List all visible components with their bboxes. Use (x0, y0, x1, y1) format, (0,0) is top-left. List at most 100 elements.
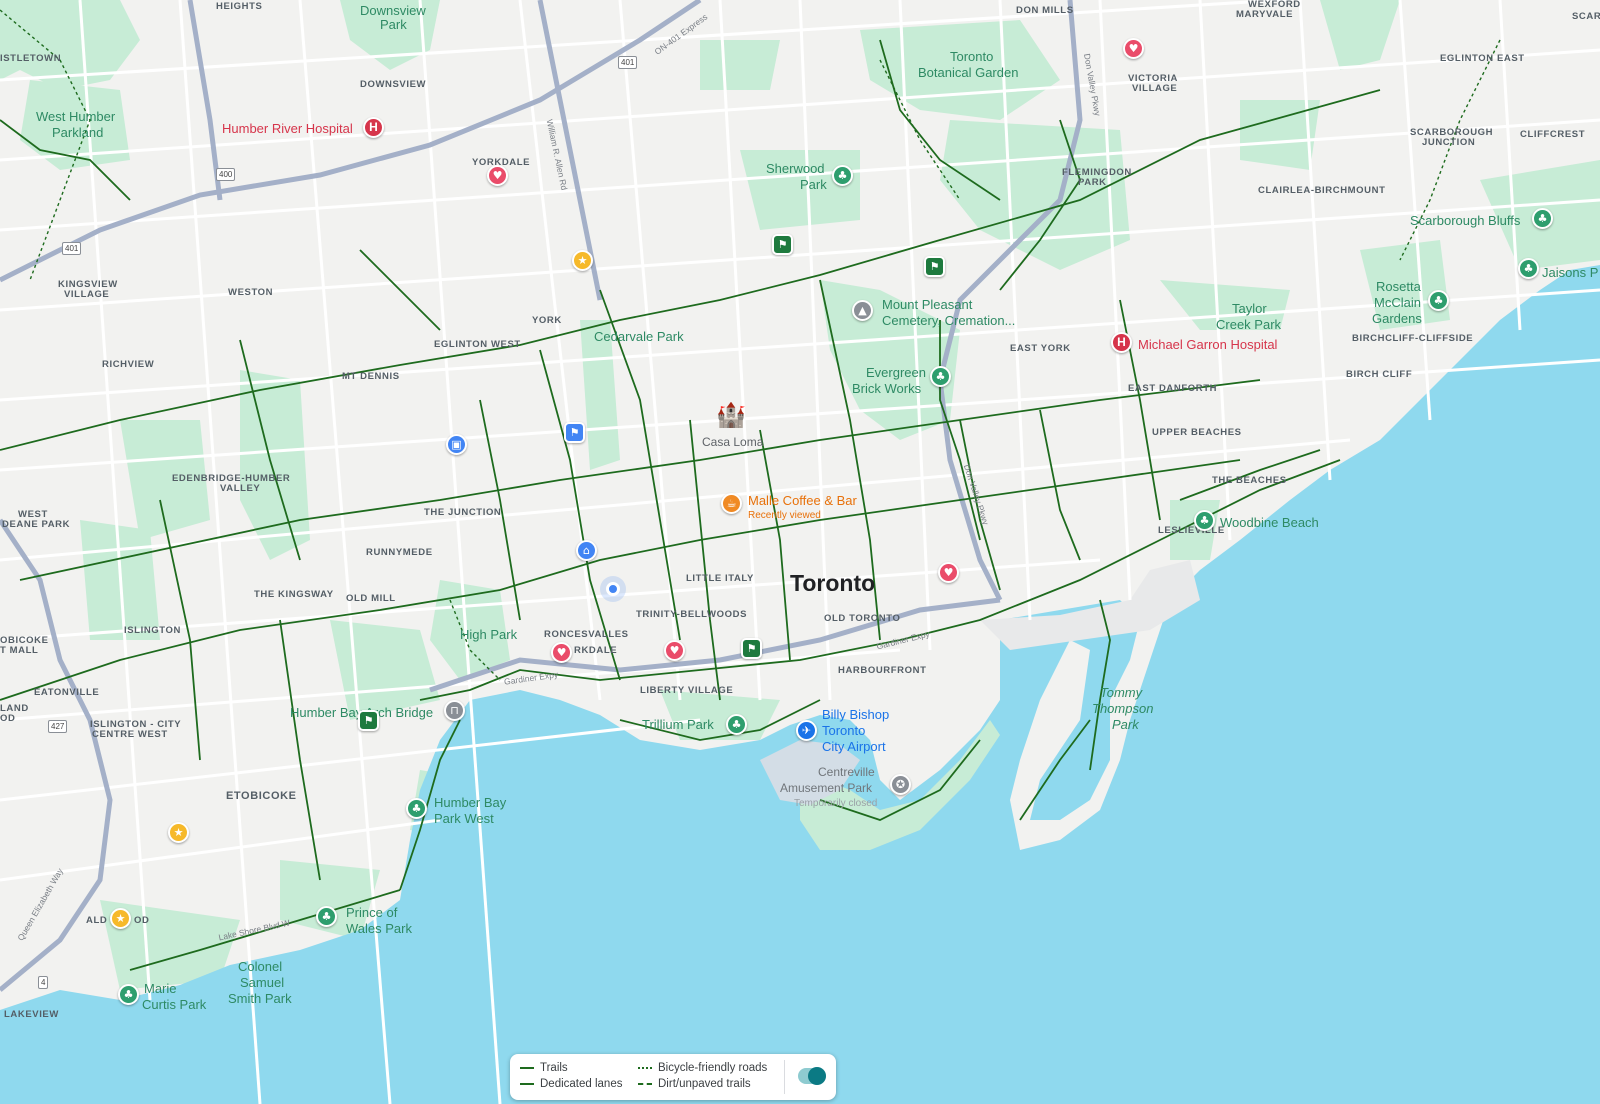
nbh-clairlea: CLAIRLEA-BIRCHMOUNT (1258, 185, 1386, 196)
airport-line1[interactable]: Billy Bishop (822, 707, 889, 723)
cafe-cup-icon[interactable]: ☕ (721, 493, 742, 514)
cemetery-icon[interactable]: ▲ (852, 300, 873, 321)
park-humber-bay-2[interactable]: Park West (434, 811, 494, 827)
hospital-pin-icon[interactable]: H (363, 117, 384, 138)
airport-plane-icon[interactable]: ✈ (796, 720, 817, 741)
bridge-icon[interactable]: ⊓ (444, 700, 465, 721)
park-sherwood-2[interactable]: Park (800, 177, 827, 193)
landmark-casa-loma[interactable]: Casa Loma (702, 435, 763, 450)
park-jaisons[interactable]: Jaisons P (1542, 265, 1598, 281)
starred-place-icon-2[interactable]: ★ (168, 822, 189, 843)
nbh-harbourfront: HARBOURFRONT (838, 665, 927, 676)
flag-pin-icon-3[interactable]: ⚑ (741, 638, 762, 659)
flag-pin-icon-4[interactable]: ⚑ (358, 710, 379, 731)
park-botanical[interactable]: Toronto (950, 49, 993, 65)
park-marie[interactable]: Marie (144, 981, 177, 997)
park-tree-icon-7[interactable]: ♣ (726, 714, 747, 735)
park-taylor-creek-2[interactable]: Creek Park (1216, 317, 1281, 333)
nbh-od-2: OD (134, 915, 150, 926)
park-smith[interactable]: Smith Park (228, 991, 292, 1007)
park-evergreen[interactable]: Evergreen (866, 365, 926, 381)
cafe-malle-name[interactable]: Malle Coffee & Bar (748, 493, 857, 509)
park-curtis[interactable]: Curtis Park (142, 997, 206, 1013)
legend-dedicated-label: Dedicated lanes (540, 1078, 623, 1090)
nbh-birchcliff-cliffside: BIRCHCLIFF-CLIFFSIDE (1352, 333, 1474, 344)
nbh-od: OD (0, 713, 16, 724)
park-tree-icon-3[interactable]: ♣ (1518, 258, 1539, 279)
saved-place-heart-icon-4[interactable]: ♥ (551, 642, 572, 663)
park-west-humber-2[interactable]: Parkland (52, 125, 103, 141)
nbh-scar: SCAR (1572, 11, 1600, 22)
nbh-cliffcrest: CLIFFCREST (1520, 129, 1586, 140)
flag-blue-pin-icon[interactable]: ⚑ (564, 422, 585, 443)
park-tree-icon-2[interactable]: ♣ (1532, 208, 1553, 229)
road-400-shield: 400 (216, 168, 236, 181)
park-cedarvale[interactable]: Cedarvale Park (594, 329, 684, 345)
park-prince-wales-2[interactable]: Wales Park (346, 921, 412, 937)
saved-place-heart-icon[interactable]: ♥ (1123, 38, 1144, 59)
hospital-pin-icon-2[interactable]: H (1111, 332, 1132, 353)
home-pin-icon[interactable]: ⌂ (576, 540, 597, 561)
amusement-icon[interactable]: ✪ (890, 774, 911, 795)
nbh-istletown: ISTLETOWN (0, 53, 62, 64)
park-colonel[interactable]: Colonel (238, 959, 282, 975)
park-tree-icon-10[interactable]: ♣ (118, 984, 139, 1005)
nbh-maryvale: MARYVALE (1236, 9, 1294, 20)
amusement-line2[interactable]: Amusement Park (780, 781, 872, 796)
flag-pin-icon[interactable]: ⚑ (772, 234, 793, 255)
nbh-richview: RICHVIEW (102, 359, 155, 370)
park-west-humber[interactable]: West Humber (36, 109, 115, 125)
nbh-deane-park: DEANE PARK (2, 519, 71, 530)
amusement-line1[interactable]: Centreville (818, 765, 875, 780)
legend-dirt-trails: Dirt/unpaved trails (638, 1078, 751, 1090)
park-humber-bay[interactable]: Humber Bay (434, 795, 506, 811)
park-tree-icon-8[interactable]: ♣ (406, 798, 427, 819)
park-rosetta[interactable]: Rosetta (1376, 279, 1421, 295)
nbh-islington: ISLINGTON (124, 625, 181, 636)
bike-layer-toggle[interactable] (798, 1067, 826, 1085)
park-mount-pleasant-2[interactable]: Cemetery, Cremation... (882, 313, 1015, 329)
road-401-shield-2: 401 (62, 242, 82, 255)
park-tree-icon-4[interactable]: ♣ (1428, 290, 1449, 311)
park-tree-icon-6[interactable]: ♣ (1194, 510, 1215, 531)
airport-line3[interactable]: City Airport (822, 739, 886, 755)
park-tree-icon-9[interactable]: ♣ (316, 906, 337, 927)
saved-place-heart-icon-5[interactable]: ♥ (664, 640, 685, 661)
building-pin-icon[interactable]: ▣ (446, 434, 467, 455)
starred-place-icon[interactable]: ★ (572, 250, 593, 271)
airport-line2[interactable]: Toronto (822, 723, 865, 739)
park-woodbine[interactable]: Woodbine Beach (1220, 515, 1319, 531)
park-taylor-creek[interactable]: Taylor (1232, 301, 1267, 317)
park-rosetta-3[interactable]: Gardens (1372, 311, 1422, 327)
tommy-line3[interactable]: Park (1112, 717, 1139, 733)
castle-icon[interactable]: 🏰 (716, 401, 746, 430)
nbh-park: PARK (1078, 177, 1107, 188)
nbh-village: VILLAGE (1132, 83, 1178, 94)
park-mount-pleasant[interactable]: Mount Pleasant (882, 297, 972, 313)
park-downsview-2[interactable]: Park (380, 17, 407, 33)
nbh-etobicoke: ETOBICOKE (226, 790, 297, 802)
park-tree-icon-5[interactable]: ♣ (930, 366, 951, 387)
park-prince-wales[interactable]: Prince of (346, 905, 397, 921)
nbh-downsview: DOWNSVIEW (360, 79, 427, 90)
saved-place-heart-icon-2[interactable]: ♥ (487, 165, 508, 186)
hospital-humber-river[interactable]: Humber River Hospital (222, 121, 353, 137)
my-location-icon[interactable] (606, 582, 620, 596)
nbh-eglinton-west: EGLINTON WEST (434, 339, 521, 350)
park-scarborough-bluffs[interactable]: Scarborough Bluffs (1410, 213, 1520, 229)
starred-place-icon-3[interactable]: ★ (110, 908, 131, 929)
park-evergreen-2[interactable]: Brick Works (852, 381, 921, 397)
saved-place-heart-icon-3[interactable]: ♥ (938, 562, 959, 583)
park-botanical-2[interactable]: Botanical Garden (918, 65, 1018, 81)
nbh-junction: JUNCTION (1422, 137, 1476, 148)
flag-pin-icon-2[interactable]: ⚑ (924, 256, 945, 277)
park-sherwood[interactable]: Sherwood (766, 161, 825, 177)
park-trillium[interactable]: Trillium Park (642, 717, 714, 733)
hospital-michael-garron[interactable]: Michael Garron Hospital (1138, 337, 1277, 353)
park-rosetta-2[interactable]: McClain (1374, 295, 1421, 311)
park-samuel[interactable]: Samuel (240, 975, 284, 991)
park-tree-icon[interactable]: ♣ (832, 165, 853, 186)
tommy-line1[interactable]: Tommy (1100, 685, 1142, 701)
park-high-park[interactable]: High Park (460, 627, 517, 643)
tommy-line2[interactable]: Thompson (1092, 701, 1153, 717)
